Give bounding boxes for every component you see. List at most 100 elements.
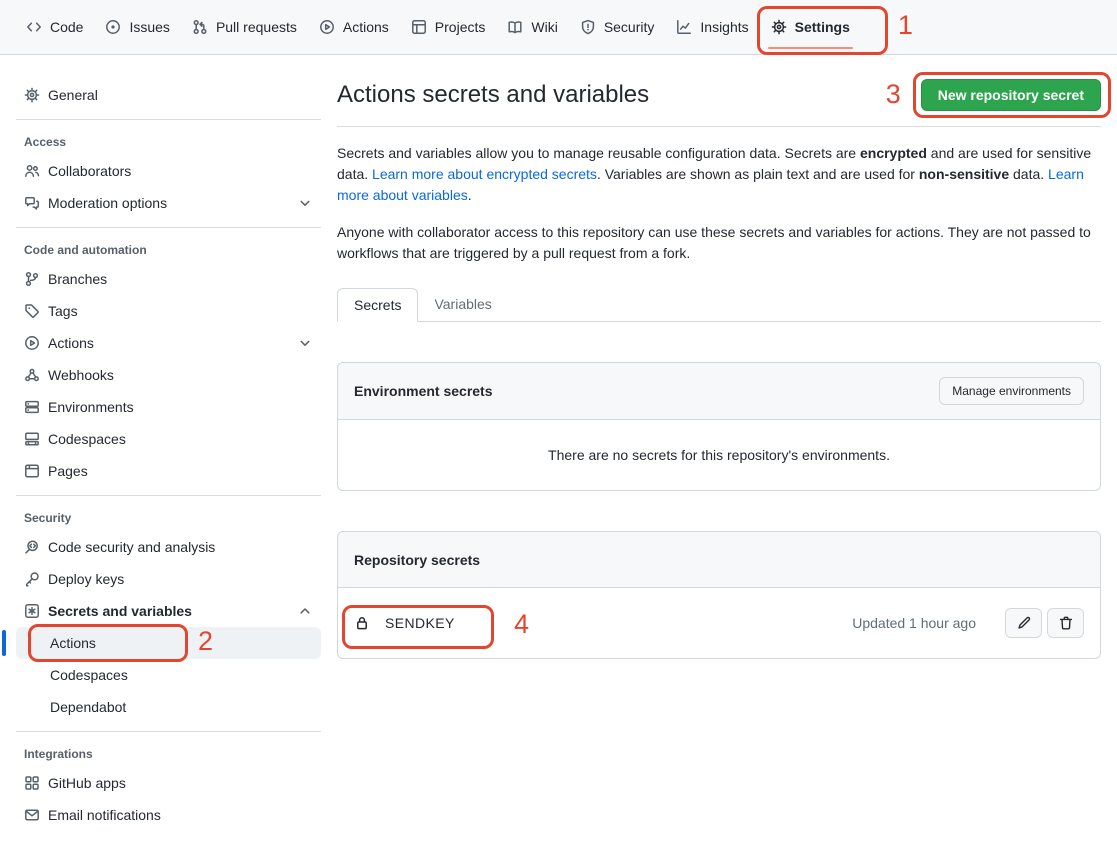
book-icon — [507, 19, 523, 35]
codespaces-icon — [24, 431, 40, 447]
sidebar-divider — [16, 227, 321, 228]
tab-label: Settings — [795, 19, 850, 35]
sidebar-item-pages[interactable]: Pages — [16, 455, 321, 487]
active-tab-underline — [768, 47, 853, 49]
sidebar-divider — [16, 119, 321, 120]
bold-encrypted: encrypted — [860, 145, 927, 161]
repository-secrets-title: Repository secrets — [354, 552, 480, 568]
tab-code[interactable]: Code — [18, 14, 91, 40]
text: . Variables are shown as plain text and … — [597, 166, 919, 182]
shield-icon — [580, 19, 596, 35]
mail-icon — [24, 807, 40, 823]
sidebar-item-actions[interactable]: Actions — [16, 327, 321, 359]
edit-secret-button[interactable] — [1005, 608, 1042, 638]
tab-insights[interactable]: Insights — [668, 14, 756, 40]
sidebar-item-github-apps[interactable]: GitHub apps — [16, 767, 321, 799]
sidebar-item-label: Deploy keys — [48, 571, 124, 587]
sidebar-divider — [16, 495, 321, 496]
sidebar-item-branches[interactable]: Branches — [16, 263, 321, 295]
intro-paragraph-1: Secrets and variables allow you to manag… — [337, 143, 1101, 206]
sidebar-item-deploy-keys[interactable]: Deploy keys — [16, 563, 321, 595]
main-content: Actions secrets and variables New reposi… — [337, 55, 1117, 659]
sidebar-item-webhooks[interactable]: Webhooks — [16, 359, 321, 391]
bold-non-sensitive: non-sensitive — [919, 166, 1009, 182]
sidebar-item-label: Moderation options — [48, 195, 167, 211]
secret-updated-text: Updated 1 hour ago — [852, 615, 976, 631]
people-icon — [24, 163, 40, 179]
intro-paragraph-2: Anyone with collaborator access to this … — [337, 222, 1101, 264]
lock-icon — [354, 615, 370, 631]
repository-secrets-card: Repository secrets SENDKEY 4 Updated 1 h… — [337, 531, 1101, 659]
tab-projects[interactable]: Projects — [403, 14, 494, 40]
tab-wiki[interactable]: Wiki — [499, 14, 565, 40]
sidebar-item-label: Codespaces — [50, 667, 128, 683]
sidebar-item-tags[interactable]: Tags — [16, 295, 321, 327]
environment-secrets-empty-message: There are no secrets for this repository… — [338, 420, 1100, 490]
delete-secret-button[interactable] — [1047, 608, 1084, 638]
key-icon — [24, 571, 40, 587]
sidebar-subitem-actions[interactable]: Actions 2 — [16, 627, 321, 659]
repository-secrets-header: Repository secrets — [338, 532, 1100, 588]
encrypted-secrets-link[interactable]: Learn more about encrypted secrets — [372, 166, 597, 182]
tab-secrets[interactable]: Secrets — [337, 288, 418, 322]
sidebar-item-code-security[interactable]: Code security and analysis — [16, 531, 321, 563]
tab-pull-requests[interactable]: Pull requests — [184, 14, 305, 40]
new-repository-secret-button[interactable]: New repository secret 3 — [921, 79, 1101, 111]
sidebar-section-integrations: Integrations — [16, 740, 321, 767]
secret-name-cell: SENDKEY 4 — [354, 615, 455, 631]
text: Secrets and variables allow you to manag… — [337, 145, 860, 161]
repo-tab-bar: Code Issues Pull requests Actions Projec… — [0, 0, 1117, 55]
sidebar-item-label: Email notifications — [48, 807, 161, 823]
sidebar-item-label: Collaborators — [48, 163, 131, 179]
chevron-down-icon — [297, 335, 313, 351]
trash-icon — [1058, 615, 1074, 631]
page-title: Actions secrets and variables — [337, 79, 649, 110]
sidebar-item-general[interactable]: General — [16, 79, 321, 111]
annotation-number-2: 2 — [198, 627, 213, 657]
tab-security[interactable]: Security — [572, 14, 663, 40]
sidebar-item-label: Code security and analysis — [48, 539, 215, 555]
tab-settings[interactable]: Settings 1 — [763, 14, 858, 40]
sidebar-item-environments[interactable]: Environments — [16, 391, 321, 423]
text: data. — [1009, 166, 1048, 182]
environment-secrets-header: Environment secrets Manage environments — [338, 363, 1100, 420]
gear-icon — [24, 87, 40, 103]
sidebar-divider — [16, 731, 321, 732]
gear-icon — [771, 19, 787, 35]
tab-label: Pull requests — [216, 19, 297, 35]
annotation-number-1: 1 — [898, 11, 913, 41]
tab-label: Wiki — [531, 19, 557, 35]
environment-secrets-card: Environment secrets Manage environments … — [337, 362, 1101, 491]
pencil-icon — [1016, 615, 1032, 631]
code-icon — [26, 19, 42, 35]
git-branch-icon — [24, 271, 40, 287]
page-header: Actions secrets and variables New reposi… — [337, 79, 1101, 127]
sidebar-item-codespaces[interactable]: Codespaces — [16, 423, 321, 455]
server-icon — [24, 399, 40, 415]
sidebar-item-email-notifications[interactable]: Email notifications — [16, 799, 321, 831]
comment-discussion-icon — [24, 195, 40, 211]
sidebar-subitem-codespaces[interactable]: Codespaces — [16, 659, 321, 691]
sidebar-item-label: GitHub apps — [48, 775, 126, 791]
annotation-number-3: 3 — [886, 80, 901, 110]
sidebar-item-collaborators[interactable]: Collaborators — [16, 155, 321, 187]
secret-name: SENDKEY — [385, 615, 455, 631]
intro-text: Secrets and variables allow you to manag… — [337, 143, 1101, 264]
sidebar-item-moderation-options[interactable]: Moderation options — [16, 187, 321, 219]
tab-label: Security — [604, 19, 655, 35]
manage-environments-button[interactable]: Manage environments — [939, 377, 1084, 405]
sidebar-item-label: Actions — [48, 335, 94, 351]
tab-actions[interactable]: Actions — [311, 14, 397, 40]
tab-issues[interactable]: Issues — [97, 14, 177, 40]
key-asterisk-icon — [24, 603, 40, 619]
sidebar-item-label: Codespaces — [48, 431, 126, 447]
sidebar-subitem-dependabot[interactable]: Dependabot — [16, 691, 321, 723]
tab-label: Insights — [700, 19, 748, 35]
issue-opened-icon — [105, 19, 121, 35]
tab-variables[interactable]: Variables — [418, 288, 507, 321]
sidebar-item-label: Environments — [48, 399, 134, 415]
sidebar-item-label: Branches — [48, 271, 107, 287]
browser-icon — [24, 463, 40, 479]
codescan-icon — [24, 539, 40, 555]
sidebar-item-secrets-and-variables[interactable]: Secrets and variables — [16, 595, 321, 627]
